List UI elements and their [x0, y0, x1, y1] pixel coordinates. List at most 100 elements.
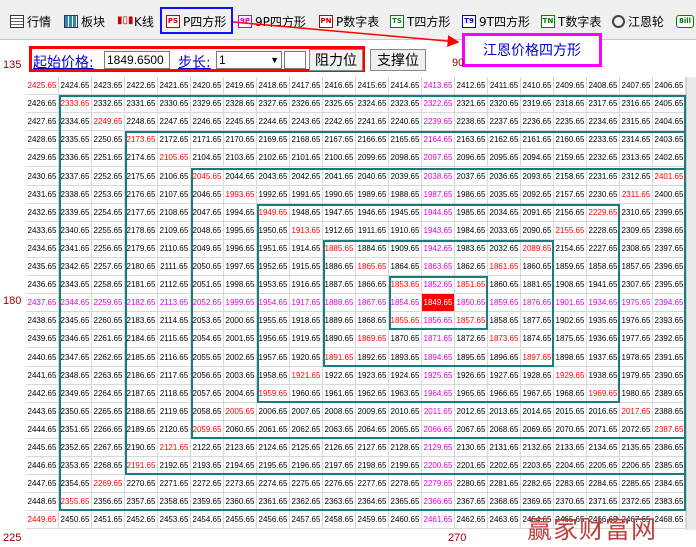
- price-cell[interactable]: 2231.65: [587, 167, 620, 186]
- price-cell[interactable]: 2446.65: [26, 457, 59, 476]
- price-cell[interactable]: 2192.65: [158, 457, 191, 476]
- price-cell[interactable]: 2456.65: [257, 511, 290, 530]
- price-cell[interactable]: 2095.65: [488, 149, 521, 168]
- price-cell[interactable]: 1953.65: [257, 276, 290, 295]
- price-cell[interactable]: 2240.65: [389, 113, 422, 132]
- price-cell[interactable]: 2128.65: [389, 439, 422, 458]
- price-cell[interactable]: 2007.65: [290, 402, 323, 421]
- price-cell[interactable]: 2054.65: [191, 330, 224, 349]
- price-cell[interactable]: 2279.65: [422, 475, 455, 494]
- price-cell[interactable]: 2057.65: [191, 384, 224, 403]
- price-cell[interactable]: 2450.65: [59, 511, 92, 530]
- price-cell[interactable]: 2334.65: [59, 113, 92, 132]
- price-cell[interactable]: 1890.65: [323, 330, 356, 349]
- price-cell[interactable]: 2092.65: [521, 185, 554, 204]
- price-cell[interactable]: 2326.65: [290, 95, 323, 114]
- price-cell[interactable]: 2412.65: [455, 77, 488, 96]
- toolbar-item-9p-square[interactable]: 9P 9P四方形: [238, 11, 306, 31]
- price-cell[interactable]: 1992.65: [257, 185, 290, 204]
- price-cell[interactable]: 2386.65: [653, 439, 686, 458]
- price-cell[interactable]: 2268.65: [92, 457, 125, 476]
- price-cell[interactable]: 2245.65: [224, 113, 257, 132]
- price-cell[interactable]: 1863.65: [422, 258, 455, 277]
- price-cell[interactable]: 2309.65: [620, 221, 653, 240]
- price-cell[interactable]: 1978.65: [620, 348, 653, 367]
- price-cell[interactable]: 1869.65: [356, 330, 389, 349]
- price-cell[interactable]: 2349.65: [59, 384, 92, 403]
- price-cell[interactable]: 2332.65: [92, 95, 125, 114]
- price-cell[interactable]: 2337.65: [59, 167, 92, 186]
- price-cell[interactable]: 1853.65: [389, 276, 422, 295]
- price-cell[interactable]: 2422.65: [125, 77, 158, 96]
- price-cell[interactable]: 2423.65: [92, 77, 125, 96]
- price-cell[interactable]: 2171.65: [191, 131, 224, 150]
- price-cell[interactable]: 2350.65: [59, 402, 92, 421]
- price-cell[interactable]: 2163.65: [455, 131, 488, 150]
- price-cell[interactable]: 2317.65: [587, 95, 620, 114]
- price-cell[interactable]: 2265.65: [92, 402, 125, 421]
- price-cell[interactable]: 2235.65: [554, 113, 587, 132]
- price-cell[interactable]: 2064.65: [356, 420, 389, 439]
- price-cell[interactable]: 2060.65: [224, 420, 257, 439]
- price-cell[interactable]: 2093.65: [521, 167, 554, 186]
- price-cell[interactable]: 1995.65: [224, 221, 257, 240]
- price-cell[interactable]: 2367.65: [455, 493, 488, 512]
- price-cell[interactable]: 2000.65: [224, 312, 257, 331]
- price-cell[interactable]: 2248.65: [125, 113, 158, 132]
- price-cell[interactable]: 2104.65: [191, 149, 224, 168]
- price-cell[interactable]: 1856.65: [422, 312, 455, 331]
- price-cell[interactable]: 2134.65: [587, 439, 620, 458]
- price-cell[interactable]: 2056.65: [191, 366, 224, 385]
- price-cell[interactable]: 2014.65: [521, 402, 554, 421]
- price-cell[interactable]: 2432.65: [26, 203, 59, 222]
- price-cell[interactable]: 2455.65: [224, 511, 257, 530]
- price-cell[interactable]: 1912.65: [323, 221, 356, 240]
- price-cell[interactable]: 2069.65: [521, 420, 554, 439]
- price-cell[interactable]: 1998.65: [224, 276, 257, 295]
- price-cell[interactable]: 2413.65: [422, 77, 455, 96]
- price-cell[interactable]: 1913.65: [290, 221, 323, 240]
- price-cell[interactable]: 2389.65: [653, 384, 686, 403]
- price-cell[interactable]: 2110.65: [158, 239, 191, 258]
- price-cell[interactable]: 2312.65: [620, 167, 653, 186]
- price-cell[interactable]: 1986.65: [455, 185, 488, 204]
- resistance-button[interactable]: 阻力位: [309, 49, 363, 71]
- price-cell[interactable]: 2005.65: [224, 402, 257, 421]
- price-cell[interactable]: 2160.65: [554, 131, 587, 150]
- price-cell[interactable]: 2250.65: [92, 131, 125, 150]
- price-cell[interactable]: 2162.65: [488, 131, 521, 150]
- price-cell[interactable]: 1983.65: [455, 239, 488, 258]
- price-cell[interactable]: 1915.65: [290, 258, 323, 277]
- price-cell[interactable]: 2170.65: [224, 131, 257, 150]
- price-cell[interactable]: 2109.65: [158, 221, 191, 240]
- price-cell[interactable]: 2435.65: [26, 258, 59, 277]
- price-cell[interactable]: 2257.65: [92, 258, 125, 277]
- price-cell[interactable]: 2098.65: [389, 149, 422, 168]
- price-cell[interactable]: 1898.65: [554, 348, 587, 367]
- price-cell[interactable]: 1920.65: [290, 348, 323, 367]
- price-cell[interactable]: 2159.65: [554, 149, 587, 168]
- toolbar-item-quotes[interactable]: 行情: [10, 11, 51, 31]
- price-cell[interactable]: 1919.65: [290, 330, 323, 349]
- price-cell[interactable]: 2042.65: [290, 167, 323, 186]
- price-cell[interactable]: 2348.65: [59, 366, 92, 385]
- price-cell[interactable]: 2283.65: [554, 475, 587, 494]
- price-cell[interactable]: 2404.65: [653, 113, 686, 132]
- price-cell[interactable]: 1874.65: [521, 330, 554, 349]
- price-cell[interactable]: 2112.65: [158, 276, 191, 295]
- price-cell[interactable]: 2016.65: [587, 402, 620, 421]
- price-cell[interactable]: 2200.65: [422, 457, 455, 476]
- price-cell[interactable]: 1944.65: [422, 203, 455, 222]
- price-cell[interactable]: 2393.65: [653, 312, 686, 331]
- price-cell[interactable]: 1935.65: [587, 312, 620, 331]
- price-cell[interactable]: 2119.65: [158, 402, 191, 421]
- price-cell[interactable]: 2449.65: [26, 511, 59, 530]
- price-cell[interactable]: 2448.65: [26, 493, 59, 512]
- price-cell[interactable]: 2247.65: [158, 113, 191, 132]
- price-cell[interactable]: 2319.65: [521, 95, 554, 114]
- price-cell[interactable]: 2398.65: [653, 221, 686, 240]
- price-cell[interactable]: 2044.65: [224, 167, 257, 186]
- price-cell[interactable]: 1924.65: [389, 366, 422, 385]
- price-cell[interactable]: 2184.65: [125, 330, 158, 349]
- price-cell[interactable]: 2444.65: [26, 420, 59, 439]
